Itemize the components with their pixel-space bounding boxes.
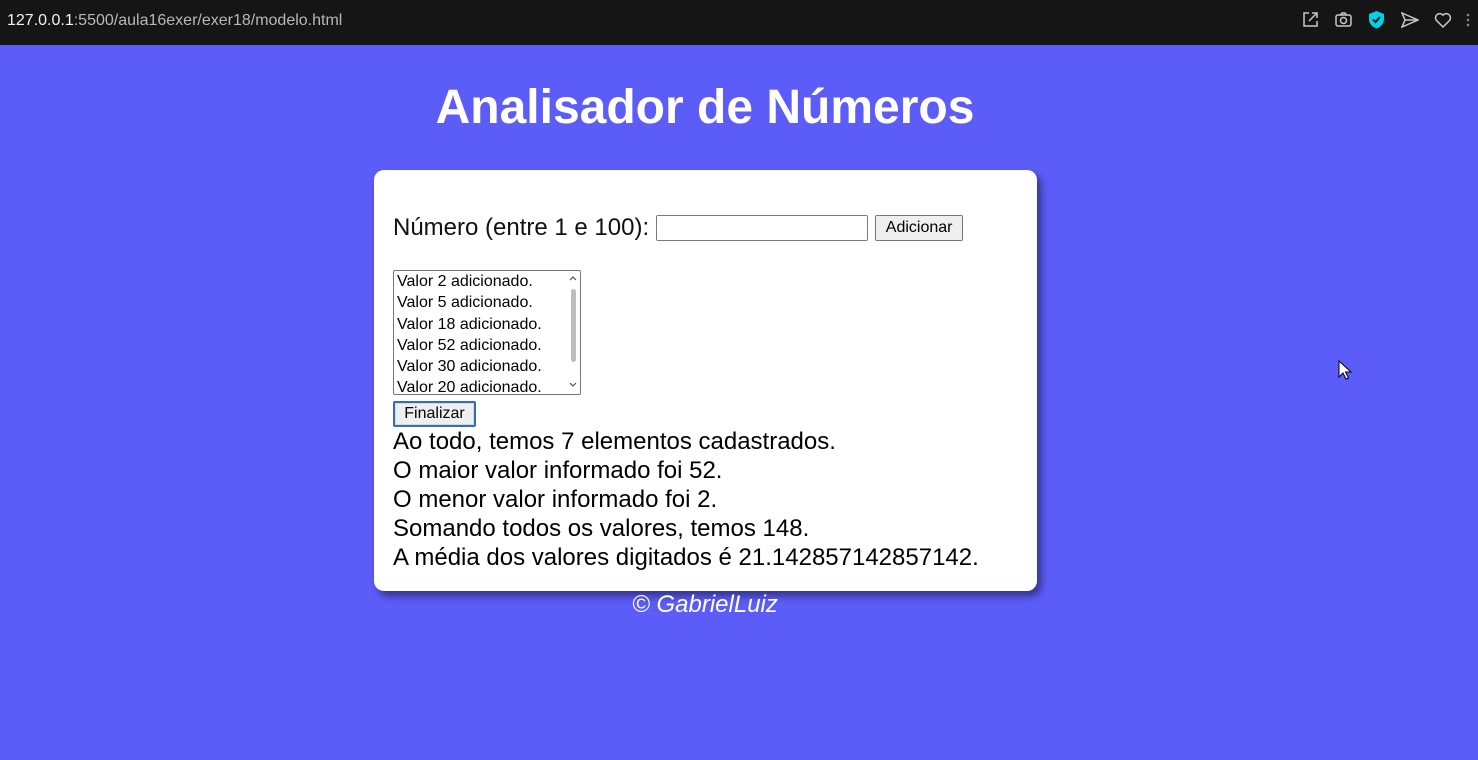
result-count: Ao todo, temos 7 elementos cadastrados. — [393, 428, 836, 455]
mouse-cursor-icon — [1338, 359, 1353, 380]
share-icon[interactable] — [1301, 10, 1320, 29]
result-sum: Somando todos os valores, temos 148. — [393, 515, 810, 542]
result-max: O maior valor informado foi 52. — [393, 457, 723, 484]
list-item[interactable]: Valor 2 adicionado. — [397, 271, 542, 292]
scroll-up-arrow-icon[interactable] — [569, 275, 577, 283]
number-input[interactable] — [656, 215, 869, 241]
number-entry-row: Número (entre 1 e 100): Adicionar — [393, 214, 964, 242]
finalize-button[interactable]: Finalizar — [393, 401, 476, 427]
values-listbox[interactable]: Valor 2 adicionado. Valor 5 adicionado. … — [393, 270, 581, 395]
analyzer-card: Número (entre 1 e 100): Adicionar Valor … — [374, 170, 1037, 591]
footer-credit: © GabrielLuiz — [632, 591, 778, 618]
send-icon[interactable] — [1400, 10, 1419, 29]
result-min: O menor valor informado foi 2. — [393, 486, 718, 513]
heart-icon[interactable] — [1433, 10, 1452, 29]
scroll-down-arrow-icon[interactable] — [569, 382, 577, 390]
result-average: A média dos valores digitados é 21.14285… — [393, 544, 979, 571]
list-item[interactable]: Valor 20 adicionado. — [397, 377, 542, 394]
url-path: :5500/aula16exer/exer18/modelo.html — [73, 12, 343, 29]
more-icon[interactable] — [1466, 10, 1470, 29]
list-item[interactable]: Valor 52 adicionado. — [397, 335, 542, 356]
address-bar[interactable]: 127.0.0.1:5500/aula16exer/exer18/modelo.… — [7, 11, 342, 31]
list-item[interactable]: Valor 18 adicionado. — [397, 314, 542, 335]
values-list: Valor 2 adicionado. Valor 5 adicionado. … — [397, 271, 542, 394]
results-panel: Ao todo, temos 7 elementos cadastrados. … — [393, 427, 979, 572]
url-host: 127.0.0.1 — [7, 12, 74, 29]
listbox-scrollbar[interactable] — [567, 272, 579, 393]
list-item[interactable]: Valor 5 adicionado. — [397, 292, 542, 313]
toolbar-icons — [1301, 10, 1470, 29]
scrollbar-thumb[interactable] — [571, 289, 576, 362]
camera-icon[interactable] — [1334, 10, 1353, 29]
add-button[interactable]: Adicionar — [875, 215, 964, 241]
page-title: Analisador de Números — [435, 81, 975, 134]
shield-check-icon[interactable] — [1367, 10, 1386, 29]
browser-toolbar: 127.0.0.1:5500/aula16exer/exer18/modelo.… — [0, 0, 1478, 45]
list-item[interactable]: Valor 30 adicionado. — [397, 356, 542, 377]
number-label: Número (entre 1 e 100): — [393, 214, 650, 241]
